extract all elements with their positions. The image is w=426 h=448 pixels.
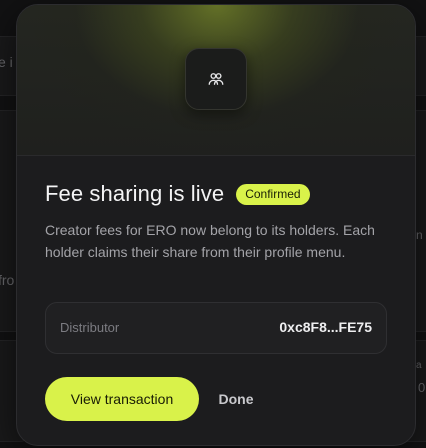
fee-sharing-modal: Fee sharing is live Confirmed Creator fe… <box>16 4 416 446</box>
background-text-fragment: fro <box>0 272 15 288</box>
distributor-row: Distributor 0xc8F8...FE75 <box>45 302 387 354</box>
background-text-fragment: e i <box>0 54 13 70</box>
modal-description: Creator fees for ERO now belong to its h… <box>45 222 375 260</box>
title-row: Fee sharing is live Confirmed <box>45 181 310 207</box>
background-text-fragment: a <box>416 360 422 371</box>
users-group-icon <box>208 73 224 85</box>
background-text-fragment: n <box>416 228 423 242</box>
modal-hero <box>17 5 415 156</box>
hero-icon-tile <box>185 48 247 110</box>
background-text-fragment: 0 <box>418 380 426 395</box>
modal-title: Fee sharing is live <box>45 181 225 206</box>
view-transaction-button[interactable]: View transaction <box>45 377 199 421</box>
distributor-label: Distributor <box>60 320 120 335</box>
status-badge: Confirmed <box>236 183 310 205</box>
distributor-address[interactable]: 0xc8F8...FE75 <box>279 319 372 335</box>
done-button[interactable]: Done <box>207 377 265 421</box>
